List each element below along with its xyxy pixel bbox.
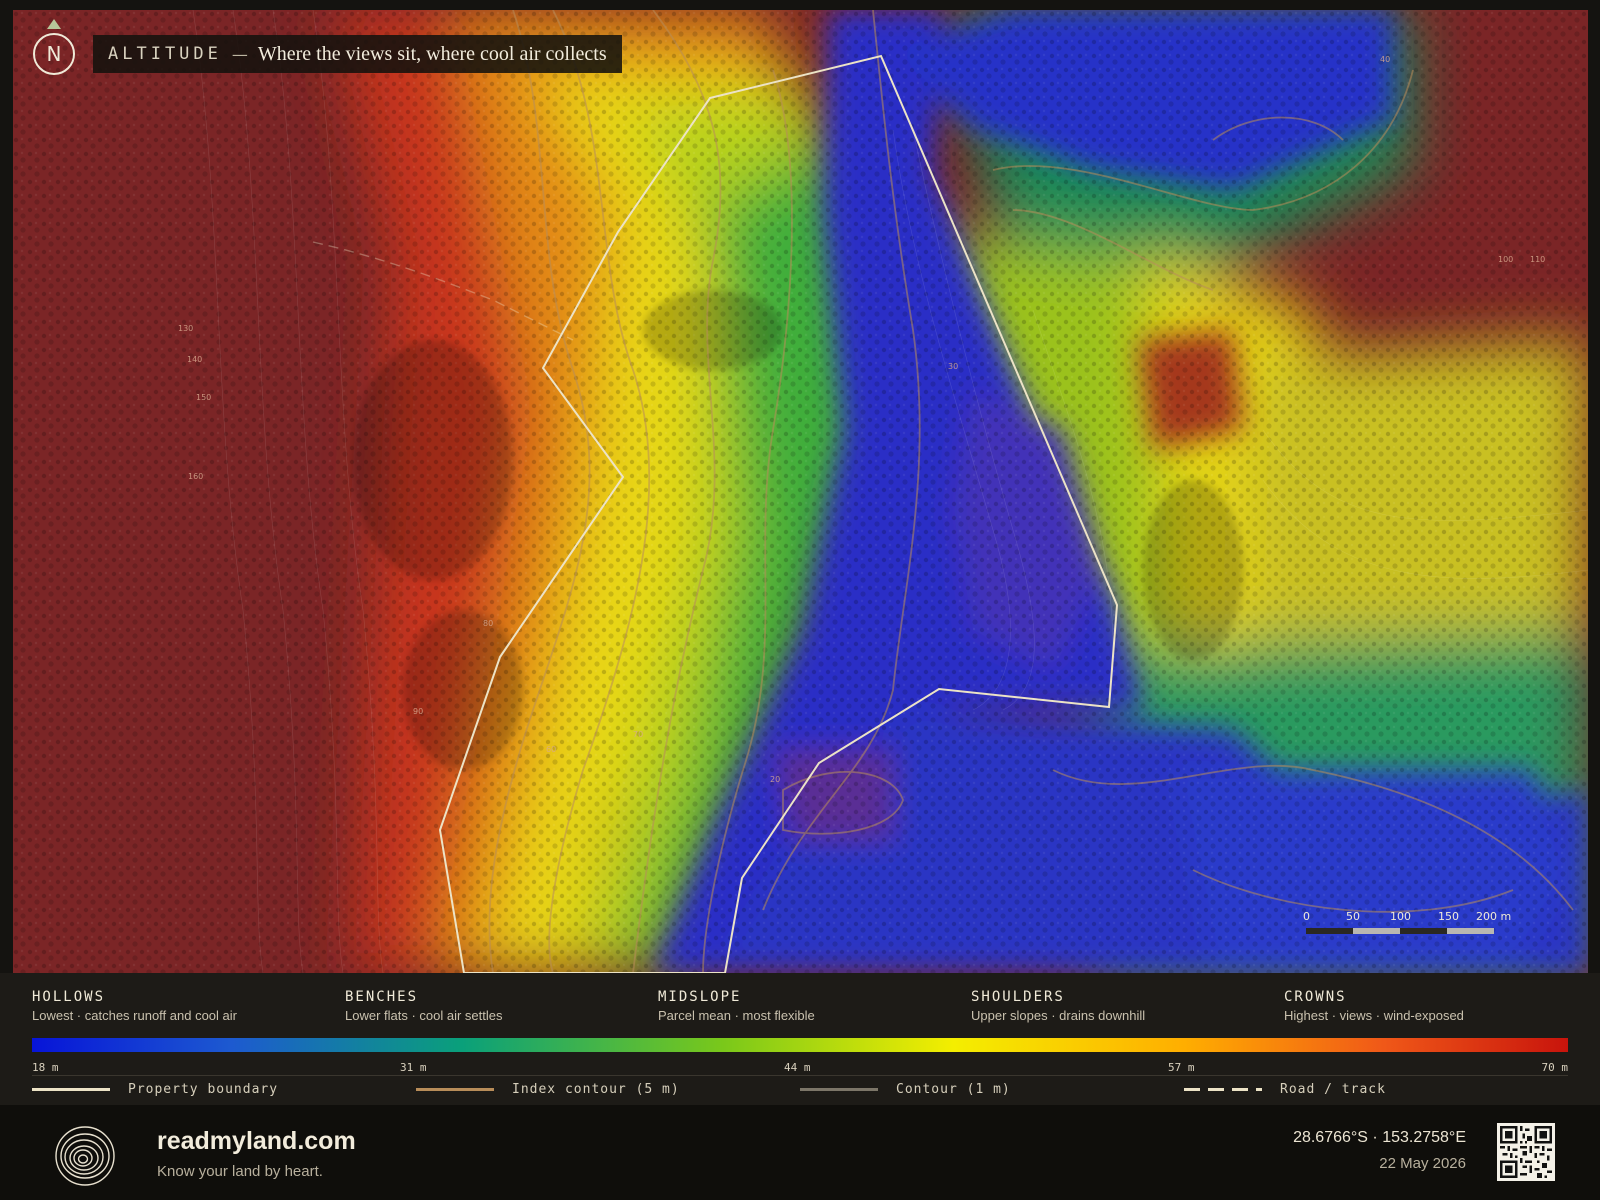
class-desc: Lower flats · cool air settles bbox=[345, 1008, 503, 1023]
key-property-boundary: Property boundary bbox=[32, 1082, 278, 1097]
elevation-heatmap bbox=[13, 10, 1588, 973]
coordinates: 28.6766°S · 153.2758°E bbox=[1293, 1129, 1466, 1146]
class-crowns: CROWNS Highest · views · wind-exposed bbox=[1284, 989, 1584, 1023]
contour-label: 20 bbox=[770, 775, 781, 784]
class-name: CROWNS bbox=[1284, 989, 1347, 1005]
qr-code-icon[interactable] bbox=[1497, 1123, 1555, 1181]
scale-segment bbox=[1447, 928, 1494, 934]
class-name: SHOULDERS bbox=[971, 989, 1065, 1005]
class-desc: Highest · views · wind-exposed bbox=[1284, 1008, 1464, 1023]
key-index-contour: Index contour (5 m) bbox=[416, 1082, 680, 1097]
contour-label: 40 bbox=[1380, 55, 1391, 64]
key-label: Property boundary bbox=[128, 1082, 279, 1097]
map-title-dash: — bbox=[231, 44, 248, 64]
class-shoulders: SHOULDERS Upper slopes · drains downhill bbox=[971, 989, 1271, 1023]
scale-label: 100 bbox=[1390, 910, 1411, 923]
scale-label: 200 m bbox=[1476, 910, 1512, 923]
brand-name[interactable]: readmyland.com bbox=[157, 1127, 356, 1156]
scale-segment bbox=[1400, 928, 1447, 934]
key-label: Contour (1 m) bbox=[896, 1082, 1011, 1097]
elevation-color-ramp bbox=[32, 1038, 1568, 1052]
brand-tagline: Know your land by heart. bbox=[157, 1163, 323, 1180]
contour-label: 60 bbox=[546, 745, 557, 754]
ramp-tick: 31 m bbox=[400, 1061, 427, 1074]
legend-divider bbox=[32, 1075, 1568, 1076]
contour-label: 150 bbox=[196, 393, 212, 402]
scale-label: 0 bbox=[1303, 910, 1310, 923]
key-contour: Contour (1 m) bbox=[800, 1082, 1011, 1097]
elevation-classes: HOLLOWS Lowest · catches runoff and cool… bbox=[32, 989, 1572, 1029]
key-swatch bbox=[1184, 1088, 1262, 1091]
altitude-map[interactable]: N ALTITUDE — Where the views sit, where … bbox=[13, 10, 1588, 973]
key-swatch bbox=[416, 1088, 494, 1091]
contour-label: 30 bbox=[948, 362, 959, 371]
map-title: ALTITUDE — Where the views sit, where co… bbox=[93, 35, 622, 73]
contour-label: 130 bbox=[178, 324, 194, 333]
contour-label: 110 bbox=[1530, 255, 1546, 264]
class-name: BENCHES bbox=[345, 989, 419, 1005]
line-keys: Property boundary Index contour (5 m) Co… bbox=[32, 1082, 1568, 1100]
class-hollows: HOLLOWS Lowest · catches runoff and cool… bbox=[32, 989, 332, 1023]
contour-label: 100 bbox=[1498, 255, 1514, 264]
scale-bar: 0 50 100 150 200 m bbox=[1298, 910, 1528, 950]
ramp-tick: 70 m bbox=[1541, 1061, 1569, 1074]
scale-segment bbox=[1353, 928, 1400, 934]
footer: readmyland.com Know your land by heart. … bbox=[0, 1105, 1600, 1200]
class-midslope: MIDSLOPE Parcel mean · most flexible bbox=[658, 989, 958, 1023]
key-swatch bbox=[32, 1088, 110, 1091]
contour-label: 90 bbox=[413, 707, 424, 716]
contour-label: 70 bbox=[633, 730, 644, 739]
contour-label: 160 bbox=[188, 472, 204, 481]
map-title-label: ALTITUDE bbox=[108, 44, 222, 64]
ramp-tick: 18 m bbox=[32, 1061, 59, 1074]
key-label: Index contour (5 m) bbox=[512, 1082, 680, 1097]
class-name: MIDSLOPE bbox=[658, 989, 742, 1005]
class-benches: BENCHES Lower flats · cool air settles bbox=[345, 989, 645, 1023]
class-desc: Upper slopes · drains downhill bbox=[971, 1008, 1146, 1023]
class-desc: Lowest · catches runoff and cool air bbox=[32, 1008, 237, 1023]
map-title-text: Where the views sit, where cool air coll… bbox=[257, 42, 607, 65]
readmyland-logo-icon bbox=[55, 1126, 115, 1186]
scale-label: 150 bbox=[1438, 910, 1459, 923]
key-road-track: Road / track bbox=[1184, 1082, 1386, 1097]
north-arrow: N bbox=[33, 19, 77, 85]
key-label: Road / track bbox=[1280, 1082, 1386, 1097]
page-frame: N ALTITUDE — Where the views sit, where … bbox=[0, 0, 1600, 1200]
scale-segment bbox=[1306, 928, 1353, 934]
key-swatch bbox=[800, 1088, 878, 1091]
contour-label: 80 bbox=[483, 619, 494, 628]
map-date: 22 May 2026 bbox=[1379, 1155, 1466, 1172]
class-name: HOLLOWS bbox=[32, 989, 106, 1005]
contour-label: 140 bbox=[187, 355, 203, 364]
ramp-tick: 44 m bbox=[784, 1061, 811, 1074]
class-desc: Parcel mean · most flexible bbox=[658, 1008, 815, 1023]
ramp-tick: 57 m bbox=[1168, 1061, 1195, 1074]
north-arrow-icon bbox=[47, 19, 61, 29]
north-label: N bbox=[33, 33, 75, 75]
legend-panel: HOLLOWS Lowest · catches runoff and cool… bbox=[0, 973, 1600, 1105]
scale-label: 50 bbox=[1346, 910, 1360, 923]
